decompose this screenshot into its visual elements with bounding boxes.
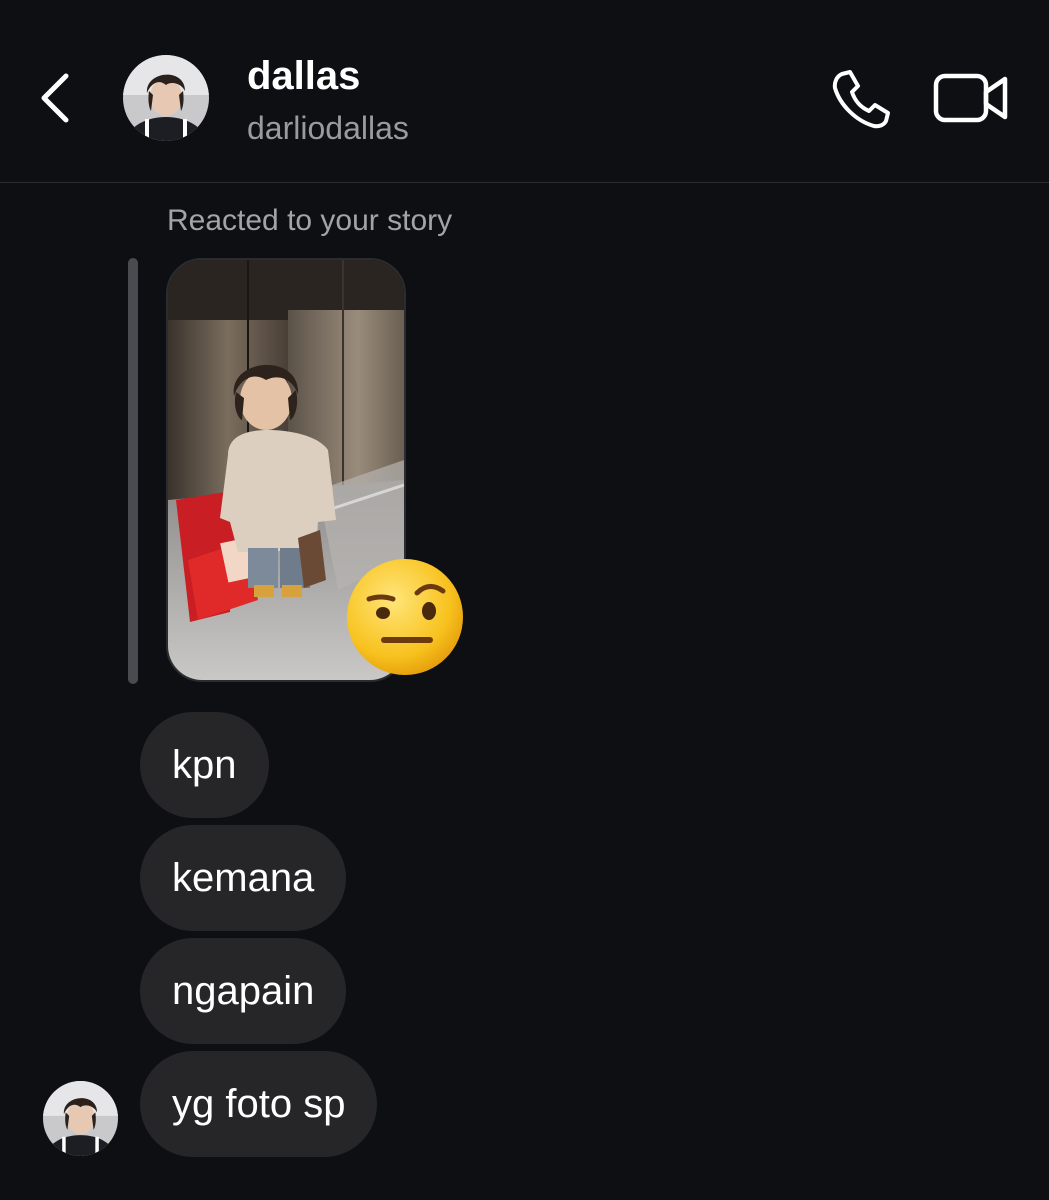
message-bubble[interactable]: yg foto sp	[140, 1051, 378, 1157]
avatar[interactable]	[123, 55, 209, 141]
chevron-left-icon	[41, 73, 69, 123]
message-bubble[interactable]: ngapain	[140, 938, 347, 1044]
message-bubble[interactable]: kemana	[140, 825, 347, 931]
sender-avatar[interactable]	[43, 1081, 118, 1156]
video-call-button[interactable]	[932, 70, 1010, 126]
story-reaction-label: Reacted to your story	[167, 204, 453, 237]
message-bubble[interactable]: kpn	[140, 712, 269, 818]
contact-name[interactable]: dallas	[247, 52, 360, 100]
chat-header: dallas darliodallas	[0, 0, 1049, 183]
reply-indicator-bar	[128, 258, 138, 684]
phone-icon	[832, 70, 890, 129]
face-with-raised-eyebrow-icon	[343, 555, 467, 679]
back-button[interactable]	[30, 66, 82, 130]
video-camera-icon	[933, 73, 1008, 123]
call-button[interactable]	[828, 66, 894, 132]
contact-username[interactable]: darliodallas	[247, 108, 409, 148]
